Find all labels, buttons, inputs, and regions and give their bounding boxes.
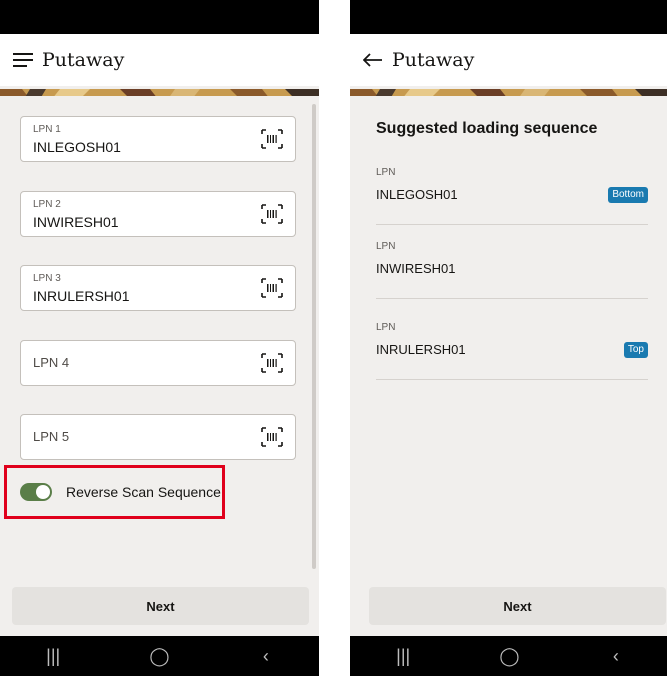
lpn-3-label: LPN 3 (33, 273, 61, 284)
hamburger-menu-icon[interactable] (12, 49, 34, 71)
recents-icon[interactable]: ||| (383, 646, 423, 667)
lpn-5-field[interactable]: LPN 5 (20, 414, 296, 460)
app-header: Putaway (0, 34, 319, 86)
lpn-4-field[interactable]: LPN 4 (20, 340, 296, 386)
back-icon[interactable]: ‹ (246, 646, 286, 667)
app-header: Putaway (350, 34, 667, 86)
sequence-content: Suggested loading sequence LPN INLEGOSH0… (350, 96, 667, 574)
highlight-box (4, 465, 225, 519)
scrollbar[interactable] (312, 104, 316, 569)
position-badge: Bottom (608, 187, 648, 203)
lpn-4-placeholder: LPN 4 (33, 355, 70, 370)
lpn-item-value: INLEGOSH01 (376, 187, 458, 202)
lpn-list-item: LPN INRULERSH01 Top (376, 322, 648, 380)
lpn-2-value: INWIRESH01 (33, 214, 119, 230)
status-bar (350, 0, 667, 34)
putaway-scan-screen: Putaway LPN 1 INLEGOSH01 LPN 2 INWIRESH0… (0, 0, 319, 676)
lpn-item-label: LPN (376, 167, 396, 178)
page-title: Putaway (392, 49, 475, 71)
lpn-1-value: INLEGOSH01 (33, 139, 121, 155)
home-icon[interactable]: ◯ (139, 646, 179, 667)
lpn-3-value: INRULERSH01 (33, 288, 130, 304)
lpn-list-item: LPN INWIRESH01 (376, 241, 648, 299)
lpn-5-placeholder: LPN 5 (33, 429, 70, 444)
recents-icon[interactable]: ||| (33, 646, 73, 667)
barcode-scan-icon[interactable] (261, 278, 283, 298)
barcode-scan-icon[interactable] (261, 353, 283, 373)
lpn-item-value: INRULERSH01 (376, 342, 466, 357)
lpn-1-label: LPN 1 (33, 124, 61, 135)
lpn-list-item: LPN INLEGOSH01 Bottom (376, 167, 648, 225)
footer: Next (350, 574, 667, 636)
back-icon[interactable]: ‹ (596, 646, 636, 667)
status-bar (0, 0, 319, 34)
next-button[interactable]: Next (369, 587, 666, 625)
back-arrow-icon[interactable] (362, 49, 384, 71)
next-button[interactable]: Next (12, 587, 309, 625)
decorative-banner (350, 86, 667, 96)
lpn-1-field[interactable]: LPN 1 INLEGOSH01 (20, 116, 296, 162)
barcode-scan-icon[interactable] (261, 129, 283, 149)
footer: Next (0, 574, 319, 636)
android-nav-bar: ||| ◯ ‹ (0, 636, 319, 676)
loading-sequence-screen: Putaway Suggested loading sequence LPN I… (350, 0, 667, 676)
position-badge: Top (623, 342, 648, 358)
home-icon[interactable]: ◯ (489, 646, 529, 667)
android-nav-bar: ||| ◯ ‹ (350, 636, 667, 676)
lpn-item-label: LPN (376, 322, 396, 333)
decorative-banner (0, 86, 319, 96)
lpn-3-field[interactable]: LPN 3 INRULERSH01 (20, 265, 296, 311)
page-title: Putaway (42, 49, 125, 71)
section-title: Suggested loading sequence (376, 120, 598, 137)
lpn-item-value: INWIRESH01 (376, 261, 456, 276)
lpn-2-label: LPN 2 (33, 199, 61, 210)
lpn-2-field[interactable]: LPN 2 INWIRESH01 (20, 191, 296, 237)
lpn-item-label: LPN (376, 241, 396, 252)
barcode-scan-icon[interactable] (261, 427, 283, 447)
barcode-scan-icon[interactable] (261, 204, 283, 224)
